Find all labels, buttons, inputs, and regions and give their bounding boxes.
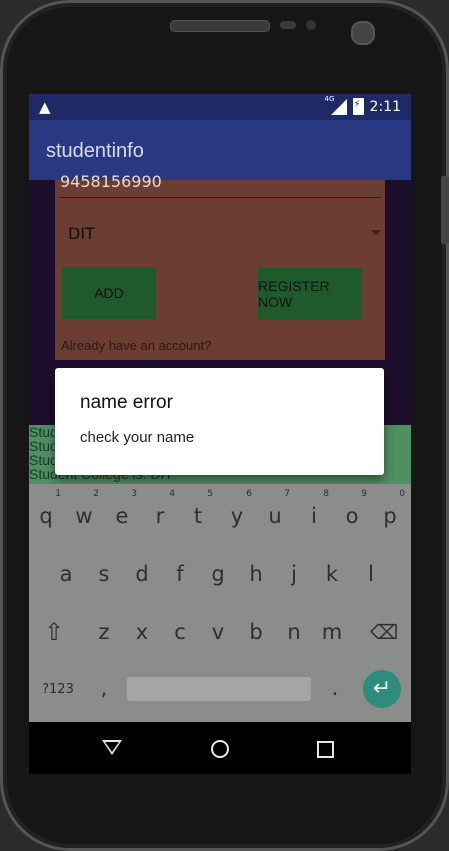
key-u[interactable]: u7 <box>258 489 292 536</box>
key-p[interactable]: p0 <box>373 489 407 536</box>
phone-field[interactable]: 9458156990 <box>60 172 162 191</box>
add-button[interactable]: ADD <box>62 267 156 319</box>
network-type: 4G <box>324 94 335 103</box>
battery-icon <box>352 98 364 115</box>
recents-icon[interactable] <box>317 741 334 758</box>
warning-icon: ▲ <box>39 98 51 116</box>
key-z[interactable]: z <box>87 612 121 652</box>
key-b[interactable]: b <box>239 612 273 652</box>
power-button[interactable] <box>441 176 449 244</box>
clock: 2:11 <box>369 98 401 115</box>
key-e[interactable]: e3 <box>105 489 139 536</box>
key-period[interactable]: . <box>318 668 352 708</box>
key-l[interactable]: l <box>354 554 388 594</box>
front-camera <box>351 21 375 45</box>
key-g[interactable]: g <box>201 554 235 594</box>
field-underline <box>59 197 381 198</box>
navigation-bar <box>29 722 411 774</box>
already-have-account-link[interactable]: Already have an account? <box>61 338 211 353</box>
error-dialog[interactable]: name error check your name <box>55 368 384 475</box>
key-v[interactable]: v <box>201 612 235 652</box>
key-h[interactable]: h <box>239 554 273 594</box>
key-r[interactable]: r4 <box>143 489 177 536</box>
space-bar[interactable] <box>127 677 311 701</box>
key-f[interactable]: f <box>163 554 197 594</box>
enter-icon[interactable]: ↵ <box>363 670 401 708</box>
back-icon[interactable] <box>102 740 122 755</box>
dropdown-arrow-icon[interactable] <box>371 230 381 235</box>
key-a[interactable]: a <box>49 554 83 594</box>
key-t[interactable]: t5 <box>181 489 215 536</box>
register-now-button[interactable]: REGISTER NOW <box>258 268 362 320</box>
college-spinner[interactable]: DIT <box>68 224 95 243</box>
key-c[interactable]: c <box>163 612 197 652</box>
key-y[interactable]: y6 <box>220 489 254 536</box>
app-bar: studentinfo <box>29 120 411 180</box>
signal-icon: 4G <box>325 95 347 115</box>
key-j[interactable]: j <box>277 554 311 594</box>
key-s[interactable]: s <box>87 554 121 594</box>
status-bar: ▲ 4G 2:11 <box>29 94 411 120</box>
key-i[interactable]: i8 <box>297 489 331 536</box>
dialog-title: name error <box>80 392 173 413</box>
dialog-message: check your name <box>80 429 195 446</box>
soft-keyboard: q1 w2 e3 r4 t5 y6 u7 i8 o9 p0 a s d f g … <box>29 484 411 722</box>
shift-icon[interactable]: ⇧ <box>37 612 71 652</box>
key-x[interactable]: x <box>125 612 159 652</box>
key-n[interactable]: n <box>277 612 311 652</box>
backspace-icon[interactable]: ⌫ <box>367 612 401 652</box>
proximity-sensor <box>280 21 296 29</box>
symbols-key[interactable]: ?123 <box>38 670 78 710</box>
key-w[interactable]: w2 <box>67 489 101 536</box>
key-k[interactable]: k <box>315 554 349 594</box>
screen: ▲ 4G 2:11 studentinfo 9458156990 DIT ADD… <box>29 94 411 774</box>
light-sensor <box>306 20 316 30</box>
speaker-grille <box>170 20 270 32</box>
key-d[interactable]: d <box>125 554 159 594</box>
key-o[interactable]: o9 <box>335 489 369 536</box>
key-m[interactable]: m <box>315 612 349 652</box>
home-icon[interactable] <box>211 740 229 758</box>
phone-frame: ▲ 4G 2:11 studentinfo 9458156990 DIT ADD… <box>0 0 449 851</box>
app-title: studentinfo <box>46 140 144 162</box>
key-comma[interactable]: , <box>87 668 121 708</box>
registration-form: 9458156990 DIT ADD REGISTER NOW Already … <box>55 172 385 360</box>
key-q[interactable]: q1 <box>29 489 63 536</box>
